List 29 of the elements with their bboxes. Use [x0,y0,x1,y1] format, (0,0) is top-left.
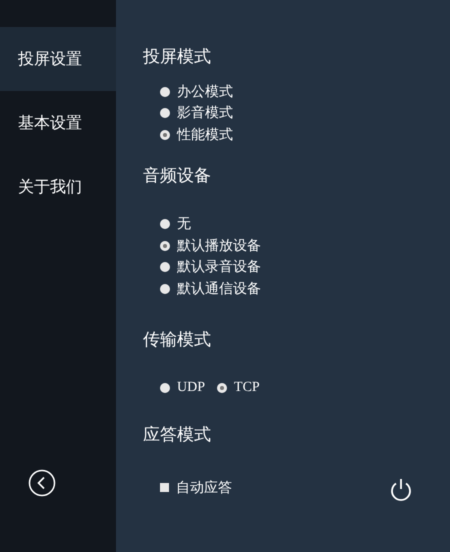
section-title: 音频设备 [143,164,212,186]
radio-button[interactable] [160,240,170,251]
sidebar-item[interactable]: 关于我们 [0,155,116,219]
section-title: 投屏模式 [143,46,212,68]
radio-button[interactable] [160,108,170,118]
option-label: 默认录音设备 [177,258,261,276]
option-label: UDP [177,380,206,396]
radio-button[interactable] [160,383,170,394]
radio-button[interactable] [217,383,228,394]
option-label: 自动应答 [176,479,232,497]
radio-button[interactable] [160,219,170,230]
radio-button[interactable] [160,262,170,272]
sidebar-item[interactable]: 投屏设置 [0,27,116,91]
option-label: 性能模式 [177,126,233,144]
section-title: 传输模式 [143,328,212,350]
checkbox[interactable] [160,483,169,492]
option-label: TCP [234,380,260,396]
radio-button[interactable] [160,86,170,97]
option-label: 影音模式 [177,104,233,122]
sidebar-item[interactable]: 基本设置 [0,91,116,155]
option-label: 办公模式 [177,84,233,101]
back-icon[interactable] [28,469,56,497]
power-icon[interactable] [388,477,414,503]
radio-button[interactable] [160,284,170,294]
option-label: 默认播放设备 [177,238,261,255]
section-title: 应答模式 [143,424,212,446]
option-label: 默认通信设备 [177,280,261,298]
option-label: 无 [177,216,191,234]
radio-button[interactable] [160,130,170,140]
